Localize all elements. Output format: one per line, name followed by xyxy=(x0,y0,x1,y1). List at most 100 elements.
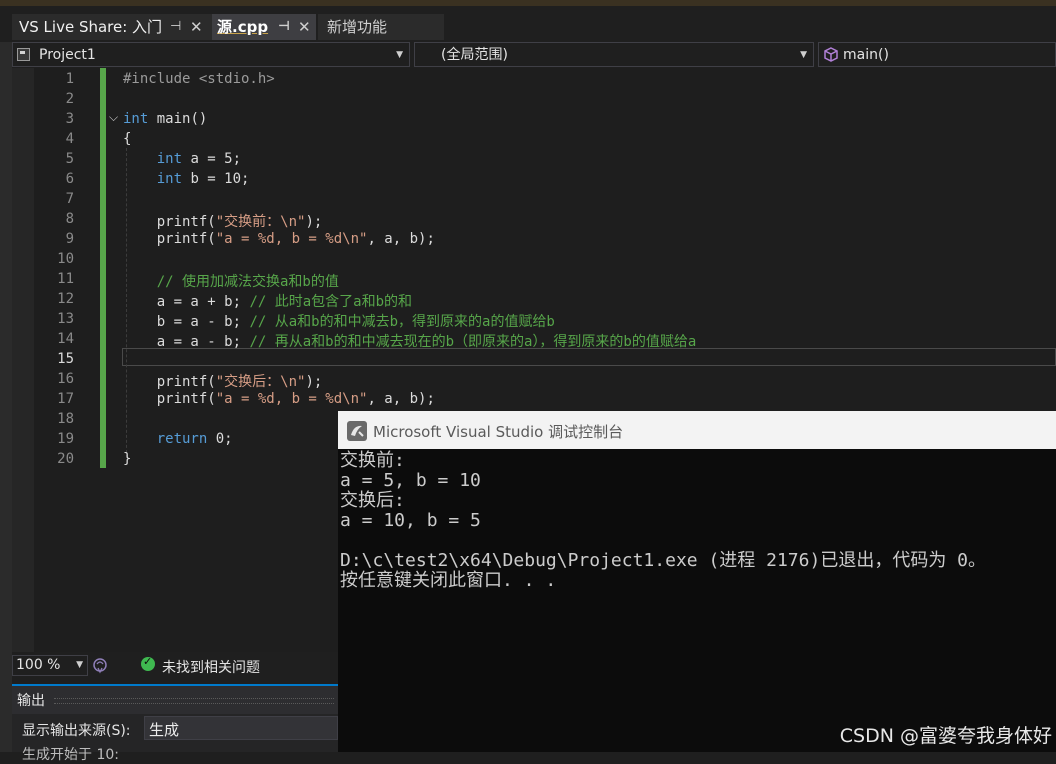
code-line[interactable]: int main() xyxy=(123,111,207,127)
check-circle-icon: ✓ xyxy=(141,655,155,671)
left-window-edge xyxy=(0,42,12,752)
code-token: printf( xyxy=(123,391,216,407)
line-number: 4 xyxy=(65,131,74,147)
issues-status[interactable]: 未找到相关问题 xyxy=(162,657,260,677)
code-line[interactable]: a = a + b; // 此时a包含了a和b的和 xyxy=(123,291,412,311)
tab-whats-new[interactable]: 新增功能 xyxy=(318,14,444,40)
code-token: // 再从a和b的和中减去现在的b（即原来的a），得到原来的b的值赋给a xyxy=(249,334,697,350)
debug-console-window[interactable]: 交换前: a = 5, b = 10 交换后: a = 10, b = 5 D:\c\t… xyxy=(338,411,1056,752)
close-icon[interactable]: ✕ xyxy=(298,14,311,40)
code-line[interactable]: return 0; xyxy=(123,431,233,447)
code-token: #include <stdio.h> xyxy=(123,71,275,87)
code-token: b = a - b; xyxy=(123,314,250,330)
output-source-select[interactable]: 生成 xyxy=(144,716,338,740)
zoom-dropdown[interactable]: 100 % ▼ xyxy=(12,655,88,676)
output-text: 生成开始于 10: xyxy=(22,747,119,763)
code-line[interactable]: printf("交换前：\n"); xyxy=(123,211,323,231)
code-token: a = 5; xyxy=(182,151,242,167)
code-token: b = 10; xyxy=(182,171,250,187)
code-token: // 此时a包含了a和b的和 xyxy=(249,294,413,310)
line-number: 19 xyxy=(57,431,74,447)
code-token: 0; xyxy=(207,431,233,447)
console-title: Microsoft Visual Studio 调试控制台 xyxy=(373,423,624,441)
code-line[interactable]: printf("交换后：\n"); xyxy=(123,371,323,391)
console-line: a = 10, b = 5 xyxy=(340,510,481,531)
panel-grip[interactable] xyxy=(54,698,334,704)
project-dropdown[interactable]: Project1 ▼ xyxy=(12,42,410,67)
chevron-down-icon: ▼ xyxy=(76,660,83,670)
code-token: "交换后：\n" xyxy=(215,374,306,390)
console-line: 按任意键关闭此窗口. . . xyxy=(340,570,557,591)
code-token: , a, b); xyxy=(367,391,435,407)
member-dropdown[interactable]: main() xyxy=(818,42,1056,67)
pin-icon[interactable]: ⊣ xyxy=(278,14,290,40)
line-number: 15 xyxy=(57,351,74,367)
line-number: 13 xyxy=(57,311,74,327)
code-token: int xyxy=(123,171,183,187)
line-number: 18 xyxy=(57,411,74,427)
editor-margin xyxy=(12,68,34,652)
line-number: 1 xyxy=(65,71,74,87)
console-line: a = 5, b = 10 xyxy=(340,470,481,491)
scope-dropdown[interactable]: (全局范围) ▼ xyxy=(414,42,814,67)
console-title-bar[interactable]: Microsoft Visual Studio 调试控制台 xyxy=(338,411,1056,449)
code-token: main() xyxy=(148,111,208,127)
code-token: "a = %d, b = %d\n" xyxy=(215,391,368,407)
code-line[interactable]: } xyxy=(123,451,131,467)
code-line[interactable]: printf("a = %d, b = %d\n", a, b); xyxy=(123,391,435,407)
chevron-down-icon: ▼ xyxy=(396,50,403,60)
method-cube-icon xyxy=(824,47,838,62)
code-token: "交换前：\n" xyxy=(215,214,306,230)
code-line[interactable]: int a = 5; xyxy=(123,151,241,167)
line-number: 11 xyxy=(57,271,74,287)
zoom-level: 100 % xyxy=(16,657,61,673)
tab-source-cpp[interactable]: 源.cpp ⊣ ✕ xyxy=(212,14,316,40)
line-number: 5 xyxy=(65,151,74,167)
code-token: printf( xyxy=(123,231,216,247)
tab-label: 新增功能 xyxy=(327,18,388,36)
code-token: ); xyxy=(305,214,323,230)
line-number: 12 xyxy=(57,291,74,307)
code-token: printf( xyxy=(123,374,216,390)
code-token: // 使用加减法交换a和b的值 xyxy=(123,274,339,290)
code-line[interactable]: #include <stdio.h> xyxy=(123,71,275,87)
output-source-label: 显示输出来源(S): xyxy=(22,723,131,739)
navigation-bar: Project1 ▼ (全局范围) ▼ main() xyxy=(12,42,1056,68)
output-source-row: 显示输出来源(S): 生成 生成开始于 10: xyxy=(12,714,338,763)
line-number: 7 xyxy=(65,191,74,207)
tab-label: VS Live Share: 入门 xyxy=(19,18,163,36)
line-number: 8 xyxy=(65,211,74,227)
line-number: 17 xyxy=(57,391,74,407)
tab-vs-live-share[interactable]: VS Live Share: 入门 ⊣ ✕ xyxy=(12,14,212,40)
code-line[interactable]: b = a - b; // 从a和b的和中减去b，得到原来的a的值赋给b xyxy=(123,311,555,331)
close-icon[interactable]: ✕ xyxy=(190,14,203,40)
intellicode-icon[interactable] xyxy=(92,657,108,674)
project-name: Project1 xyxy=(39,47,96,63)
code-token: // 从a和b的和中减去b，得到原来的a的值赋给b xyxy=(249,314,555,330)
code-token: "a = %d, b = %d\n" xyxy=(215,231,368,247)
tab-label: 源.cpp xyxy=(217,18,269,36)
code-line[interactable]: int b = 10; xyxy=(123,171,250,187)
code-token: int xyxy=(123,111,149,127)
code-token: a = a - b; xyxy=(123,334,250,350)
code-line[interactable]: a = a - b; // 再从a和b的和中减去现在的b（即原来的a），得到原来… xyxy=(123,331,697,351)
console-line: 交换前: xyxy=(340,450,405,471)
scope-name: (全局范围) xyxy=(441,47,508,63)
project-icon xyxy=(17,48,30,61)
code-lines: 1 #include <stdio.h> 2 3 int main() 4 {5 int a… xyxy=(34,68,1056,468)
console-app-icon xyxy=(347,421,367,441)
code-token: a = a + b; xyxy=(123,294,250,310)
code-line[interactable]: { xyxy=(123,131,131,147)
code-token: ); xyxy=(305,374,323,390)
line-number: 10 xyxy=(57,251,74,267)
line-number: 2 xyxy=(65,91,74,107)
output-panel-header: 输出 xyxy=(12,684,338,714)
code-line[interactable]: printf("a = %d, b = %d\n", a, b); xyxy=(123,231,435,247)
code-token: return xyxy=(123,431,208,447)
pin-icon[interactable]: ⊣ xyxy=(170,14,181,40)
code-token: { xyxy=(123,131,132,147)
line-number: 14 xyxy=(57,331,74,347)
code-line[interactable]: // 使用加减法交换a和b的值 xyxy=(123,271,339,291)
code-token: int xyxy=(123,151,183,167)
console-line: 交换后: xyxy=(340,490,405,511)
